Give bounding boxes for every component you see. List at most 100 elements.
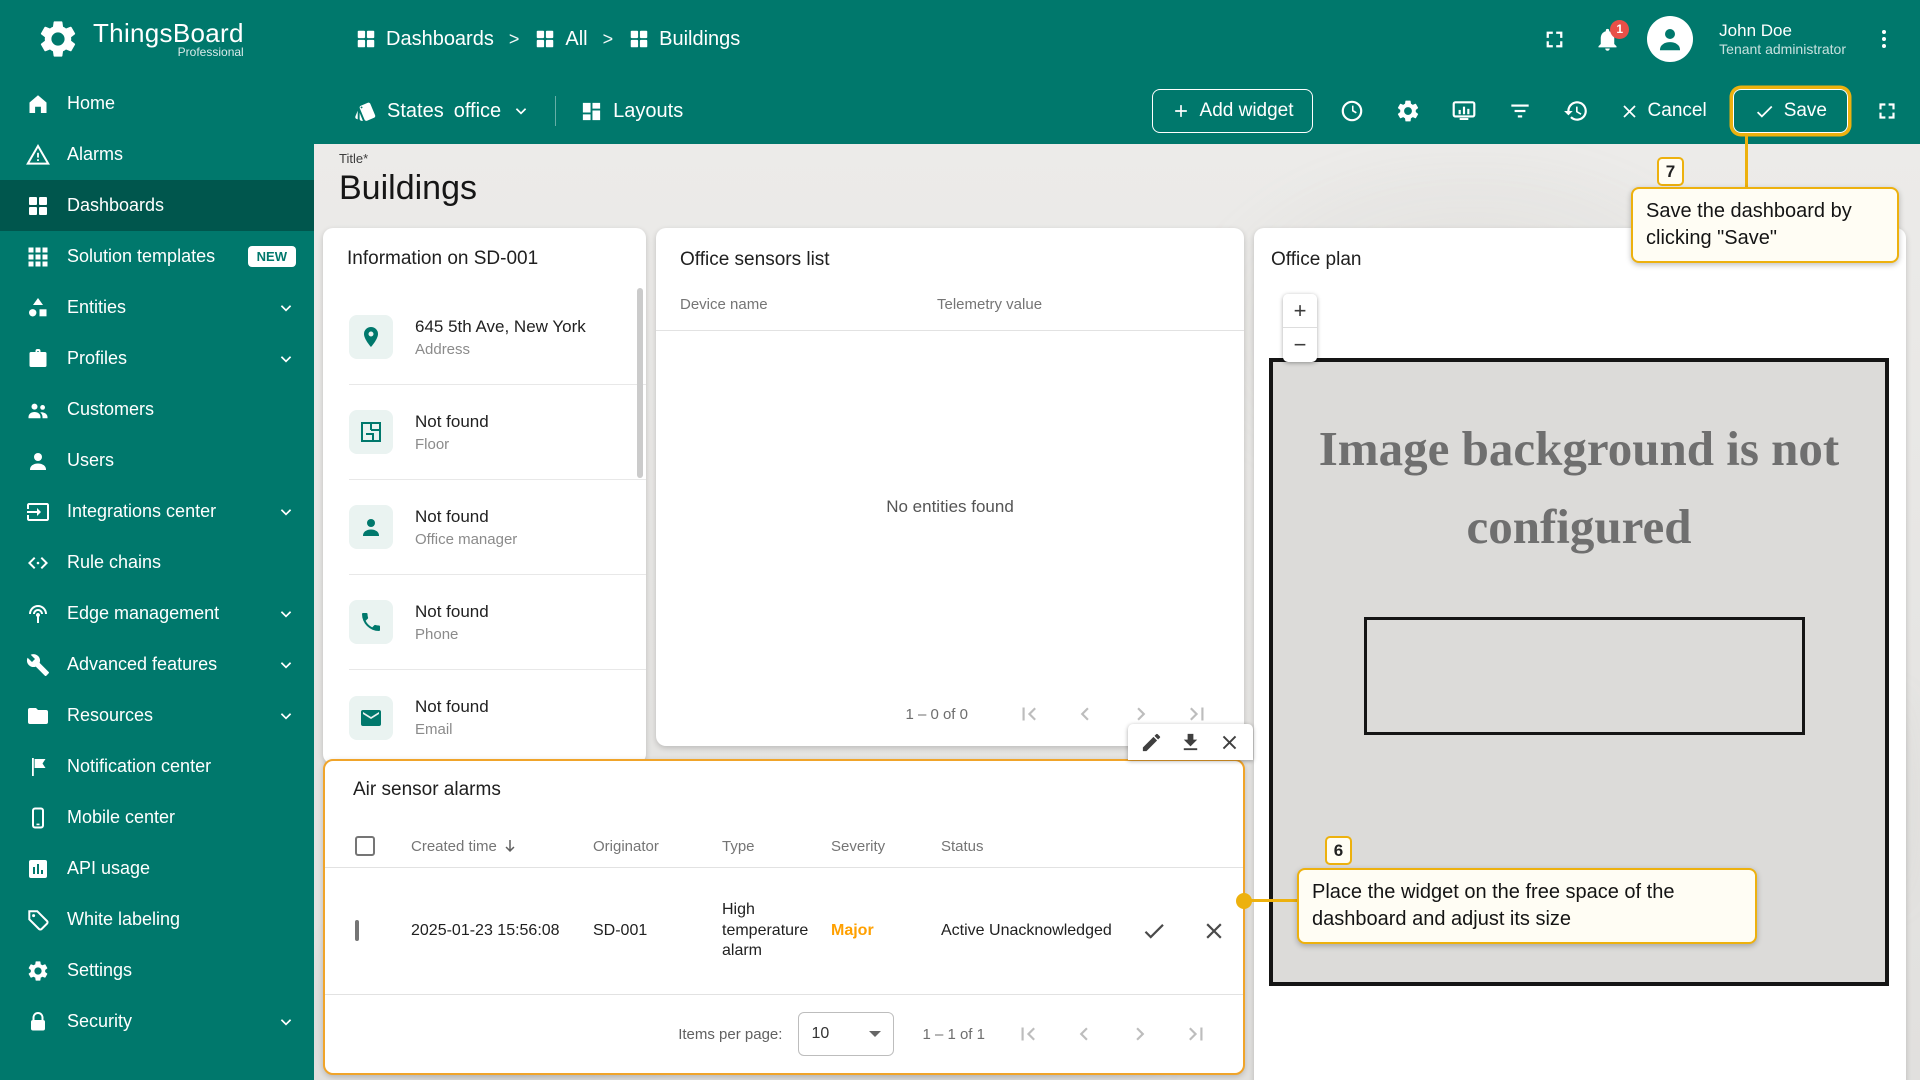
cancel-button[interactable]: Cancel <box>1615 100 1711 122</box>
info-row-label: Email <box>415 721 489 738</box>
select-caret-icon <box>869 1031 881 1037</box>
thingsboard-logo[interactable]: ThingsBoard Professional <box>0 17 314 61</box>
first-page-icon[interactable] <box>1015 1021 1041 1047</box>
sidebar-item-customers[interactable]: Customers <box>0 384 314 435</box>
lock-icon <box>26 1010 50 1034</box>
save-button[interactable]: Save <box>1733 89 1848 133</box>
version-history-button[interactable] <box>1559 94 1593 128</box>
sidebar-item-alarms[interactable]: Alarms <box>0 129 314 180</box>
info-row-value: 645 5th Ave, New York <box>415 317 586 337</box>
sort-desc-icon[interactable] <box>501 837 519 855</box>
sidebar-item-settings[interactable]: Settings <box>0 945 314 996</box>
column-status: Status <box>941 838 1141 855</box>
layouts-button[interactable]: Layouts <box>580 100 683 123</box>
row-checkbox[interactable] <box>355 920 359 941</box>
dashboard-canvas: Title* Buildings Information on SD-001 6… <box>314 144 1920 1080</box>
filters-button[interactable] <box>1503 94 1537 128</box>
fullscreen-icon[interactable] <box>1541 26 1568 53</box>
sidebar-item-label: Customers <box>67 399 154 420</box>
sidebar-item-advanced-features[interactable]: Advanced features <box>0 639 314 690</box>
zoom-out-button[interactable]: − <box>1283 328 1317 362</box>
next-page-icon[interactable] <box>1127 1021 1153 1047</box>
avatar[interactable] <box>1647 16 1693 62</box>
briefcase-icon <box>26 347 50 371</box>
alarm-created-time: 2025-01-23 15:56:08 <box>411 922 593 940</box>
dashboard-title-input[interactable]: Buildings <box>339 169 477 208</box>
info-row-email: Not foundEmail <box>349 670 646 764</box>
edit-widget-icon[interactable] <box>1140 731 1163 754</box>
sidebar-item-users[interactable]: Users <box>0 435 314 486</box>
acknowledge-icon[interactable] <box>1141 918 1167 944</box>
dashboards-icon <box>628 28 650 50</box>
sidebar-item-label: Integrations center <box>67 501 216 522</box>
column-type: Type <box>722 838 831 855</box>
items-per-page-select[interactable]: 10 <box>798 1012 894 1056</box>
manage-states-button[interactable] <box>1447 94 1481 128</box>
items-per-page-value: 10 <box>811 1025 829 1043</box>
breadcrumb-item-buildings[interactable]: Buildings <box>628 28 740 51</box>
dashboard-settings-button[interactable] <box>1391 94 1425 128</box>
sidebar-item-home[interactable]: Home <box>0 78 314 129</box>
last-page-icon[interactable] <box>1183 1021 1209 1047</box>
toolbar-divider <box>555 96 556 126</box>
timewindow-button[interactable] <box>1335 94 1369 128</box>
prev-page-icon[interactable] <box>1072 701 1098 727</box>
sidebar-item-label: Entities <box>67 297 126 318</box>
alarm-severity: Major <box>831 922 941 940</box>
add-widget-button[interactable]: Add widget <box>1152 89 1313 133</box>
download-widget-icon[interactable] <box>1179 731 1202 754</box>
dashboard-toolbar: States office Layouts Add widget Cancel … <box>314 78 1920 144</box>
sidebar-item-dashboards[interactable]: Dashboards <box>0 180 314 231</box>
sidebar-item-label: Mobile center <box>67 807 175 828</box>
items-per-page-label: Items per page: <box>678 1026 782 1043</box>
top-header: ThingsBoard Professional Dashboards>All>… <box>0 0 1920 78</box>
sidebar-item-label: White labeling <box>67 909 180 930</box>
sidebar-item-resources[interactable]: Resources <box>0 690 314 741</box>
notifications-button[interactable]: 1 <box>1594 26 1621 53</box>
breadcrumb-item-dashboards[interactable]: Dashboards <box>355 28 494 51</box>
remove-widget-icon[interactable] <box>1218 731 1241 754</box>
information-widget[interactable]: Information on SD-001 645 5th Ave, New Y… <box>323 228 646 764</box>
code-icon <box>26 551 50 575</box>
scrollbar-thumb[interactable] <box>637 288 643 478</box>
wrench-icon <box>26 653 50 677</box>
states-selector[interactable]: States office <box>354 100 531 123</box>
sidebar-item-security[interactable]: Security <box>0 996 314 1047</box>
column-device-name: Device name <box>680 296 768 313</box>
sidebar-item-white-labeling[interactable]: White labeling <box>0 894 314 945</box>
select-all-checkbox[interactable] <box>355 836 375 856</box>
breadcrumb-item-all[interactable]: All <box>534 28 587 51</box>
breadcrumb-label: Buildings <box>659 28 740 51</box>
information-rows: 645 5th Ave, New YorkAddressNot foundFlo… <box>323 290 646 764</box>
sidebar-item-profiles[interactable]: Profiles <box>0 333 314 384</box>
sidebar-item-edge-management[interactable]: Edge management <box>0 588 314 639</box>
sidebar-item-label: Dashboards <box>67 195 164 216</box>
add-widget-label: Add widget <box>1200 100 1294 122</box>
first-page-icon[interactable] <box>1016 701 1042 727</box>
history-icon <box>1563 98 1589 124</box>
chevron-down-icon <box>276 1012 296 1032</box>
office-plan-widget[interactable]: Office plan + − Image background is not … <box>1254 228 1906 1080</box>
info-row-address: 645 5th Ave, New YorkAddress <box>349 290 646 385</box>
breadcrumb: Dashboards>All>Buildings <box>355 28 740 51</box>
sidebar-item-api-usage[interactable]: API usage <box>0 843 314 894</box>
expand-button[interactable] <box>1870 94 1904 128</box>
sidebar-item-mobile-center[interactable]: Mobile center <box>0 792 314 843</box>
sidebar-item-rule-chains[interactable]: Rule chains <box>0 537 314 588</box>
alarm-table-row[interactable]: 2025-01-23 15:56:08 SD-001 High temperat… <box>325 868 1243 994</box>
zoom-in-button[interactable]: + <box>1283 294 1317 328</box>
sidebar-item-entities[interactable]: Entities <box>0 282 314 333</box>
kebab-menu-icon[interactable] <box>1872 27 1896 51</box>
sidebar-item-label: Rule chains <box>67 552 161 573</box>
gear-icon <box>1395 98 1421 124</box>
chevron-down-icon <box>276 349 296 369</box>
sidebar-item-integrations-center[interactable]: Integrations center <box>0 486 314 537</box>
column-created-time: Created time <box>411 837 593 855</box>
sensors-list-widget[interactable]: Office sensors list Device name Telemetr… <box>656 228 1244 746</box>
alarms-widget[interactable]: Air sensor alarms Created time Originato… <box>323 759 1245 1075</box>
clear-alarm-icon[interactable] <box>1201 918 1227 944</box>
prev-page-icon[interactable] <box>1071 1021 1097 1047</box>
sidebar-item-notification-center[interactable]: Notification center <box>0 741 314 792</box>
dashboards-icon <box>355 28 377 50</box>
sidebar-item-solution-templates[interactable]: Solution templatesNEW <box>0 231 314 282</box>
